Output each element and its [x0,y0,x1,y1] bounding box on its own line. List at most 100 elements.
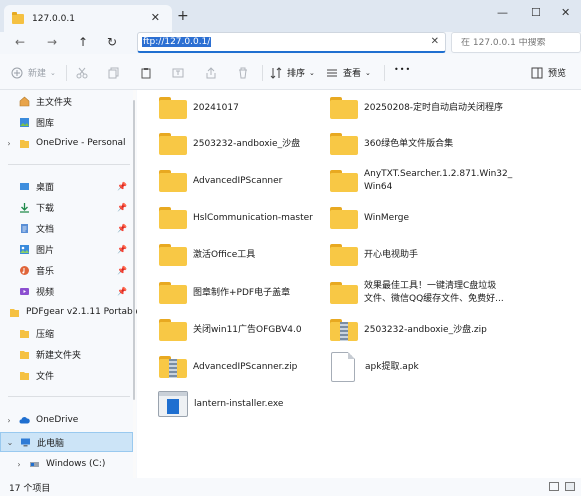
share-icon[interactable] [205,67,217,79]
search-input[interactable] [461,37,561,48]
close-window-button[interactable]: ✕ [561,6,570,19]
sidebar-item-onedrive-personal[interactable]: › OneDrive - Personal [0,133,133,153]
desktop-icon [20,182,29,190]
file-item[interactable]: 激活Office工具 [159,238,255,272]
address-bar[interactable]: ftp://127.0.0.1/ ✕ [137,32,446,53]
pictures-icon [20,244,29,254]
folder-icon [159,244,187,266]
sidebar-item-label: OneDrive - Personal [36,138,126,148]
chevron-right-icon[interactable]: › [14,460,24,469]
rename-icon[interactable] [172,67,184,79]
close-tab-icon[interactable]: ✕ [151,11,160,24]
sidebar-item-downloads[interactable]: 下载 📌 [0,197,133,217]
file-item[interactable]: apk提取.apk [331,350,419,384]
sort-button[interactable]: 排序 ⌄ [270,66,315,79]
sidebar-item-new-folder[interactable]: 新建文件夹 [0,344,133,364]
details-view-icon[interactable] [549,482,559,491]
maximize-button[interactable]: ☐ [531,6,541,19]
sidebar-item-files[interactable]: 文件 [0,365,133,385]
search-box[interactable] [451,32,581,53]
chevron-down-icon[interactable]: ⌄ [5,438,15,447]
file-item[interactable]: AnyTXT.Searcher.1.2.871.Win32_ Win64 [330,164,512,198]
file-item[interactable]: 2503232-andboxie_沙盘 [159,127,300,161]
new-button[interactable]: 新建 ⌄ [11,66,56,79]
sidebar-item-gallery[interactable]: 图库 [0,112,133,132]
file-item[interactable]: lantern-installer.exe [158,387,283,421]
sidebar-item-home[interactable]: 主文件夹 [0,91,133,111]
chevron-right-icon[interactable]: › [4,416,14,425]
pin-icon[interactable]: 📌 [117,224,127,233]
file-item[interactable]: 20241017 [159,91,239,125]
pin-icon[interactable]: 📌 [117,203,127,212]
sidebar-item-music[interactable]: 音乐 📌 [0,260,133,280]
sidebar-item-label: 下载 [36,203,55,214]
file-item[interactable]: WinMerge [330,201,409,235]
file-item[interactable]: AdvancedIPScanner [159,164,282,198]
sidebar-item-desktop[interactable]: 桌面 📌 [0,176,133,196]
file-name: HslCommunication-master [193,212,313,223]
file-name: 效果最佳工具！一键清理C盘垃圾 文件、微信QQ缓存文件、免费好... [364,281,504,304]
sidebar-scroll-thumb[interactable] [133,100,135,400]
address-input[interactable]: ftp://127.0.0.1/ [142,37,212,47]
file-item[interactable]: 效果最佳工具！一键清理C盘垃圾 文件、微信QQ缓存文件、免费好... [330,276,504,310]
sidebar-item-pdfgear[interactable]: PDFgear v2.1.11 Portable [0,302,141,322]
chevron-right-icon[interactable]: › [4,139,14,148]
cut-icon[interactable] [76,67,88,79]
plus-circle-icon [11,67,23,78]
file-item[interactable]: 360绿色单文件版合集 [330,127,453,161]
generic-file-icon [331,352,355,382]
delete-icon[interactable] [237,67,249,79]
file-item[interactable]: 图章制作+PDF电子盖章 [159,276,290,310]
folder-icon [330,170,358,192]
preview-button[interactable]: 预览 [531,66,566,79]
pin-icon[interactable]: 📌 [117,245,127,254]
sidebar-item-label: PDFgear v2.1.11 Portable [26,307,141,317]
sidebar-item-onedrive[interactable]: › OneDrive [0,410,133,430]
folder-icon [12,11,24,24]
folder-icon [159,207,187,229]
pin-icon[interactable]: 📌 [117,266,127,275]
pin-icon[interactable]: 📌 [117,182,127,191]
pin-icon[interactable]: 📌 [117,287,127,296]
divider [384,65,385,81]
more-options-button[interactable]: ••• [394,65,411,74]
file-item[interactable]: AdvancedIPScanner.zip [159,350,297,384]
sidebar-item-documents[interactable]: 文档 📌 [0,218,133,238]
pc-icon [21,438,30,446]
tab-title: 127.0.0.1 [32,13,75,24]
sidebar-item-compress[interactable]: 压缩 [0,323,133,343]
divider [8,396,130,397]
tiles-view-icon[interactable] [565,482,575,491]
minimize-button[interactable]: — [497,6,508,19]
folder-icon [159,170,187,192]
refresh-button[interactable]: ↻ [107,35,117,49]
video-icon [20,287,29,295]
file-name: 20241017 [193,102,239,113]
folder-icon [330,244,358,266]
copy-icon[interactable] [108,67,120,79]
file-item[interactable]: 2503232-andboxie_沙盘.zip [330,313,487,347]
sidebar-item-label: OneDrive [36,415,79,425]
sidebar-item-pictures[interactable]: 图片 📌 [0,239,133,259]
clear-address-icon[interactable]: ✕ [431,36,439,47]
sidebar-item-windows-c[interactable]: › Windows (C:) [0,454,133,474]
folder-icon [159,97,187,119]
sidebar-item-label: 文档 [36,224,55,235]
up-button[interactable]: ↑ [78,35,88,49]
sidebar-item-videos[interactable]: 视频 📌 [0,281,133,301]
file-item[interactable]: 关闭win11广告OFGBV4.0 [159,313,302,347]
file-item[interactable]: 开心电视助手 [330,238,418,272]
file-item[interactable]: HslCommunication-master [159,201,313,235]
back-button[interactable]: ← [15,35,25,49]
file-item[interactable]: 20250208-定时自动启动关闭程序 [330,91,503,125]
command-bar: 新建 ⌄ 排序 ⌄ 查看 ⌄ ••• 预览 [0,54,581,90]
file-name: 360绿色单文件版合集 [364,138,454,149]
folder-icon [330,282,358,304]
sidebar-item-this-pc[interactable]: ⌄ 此电脑 [0,432,133,452]
view-button[interactable]: 查看 ⌄ [326,66,371,79]
forward-button[interactable]: → [47,35,57,49]
tab-127-0-0-1[interactable]: 127.0.0.1 ✕ [4,5,172,32]
sidebar-item-label: 图库 [36,118,55,129]
new-tab-button[interactable]: + [177,8,189,24]
paste-icon[interactable] [140,67,152,79]
